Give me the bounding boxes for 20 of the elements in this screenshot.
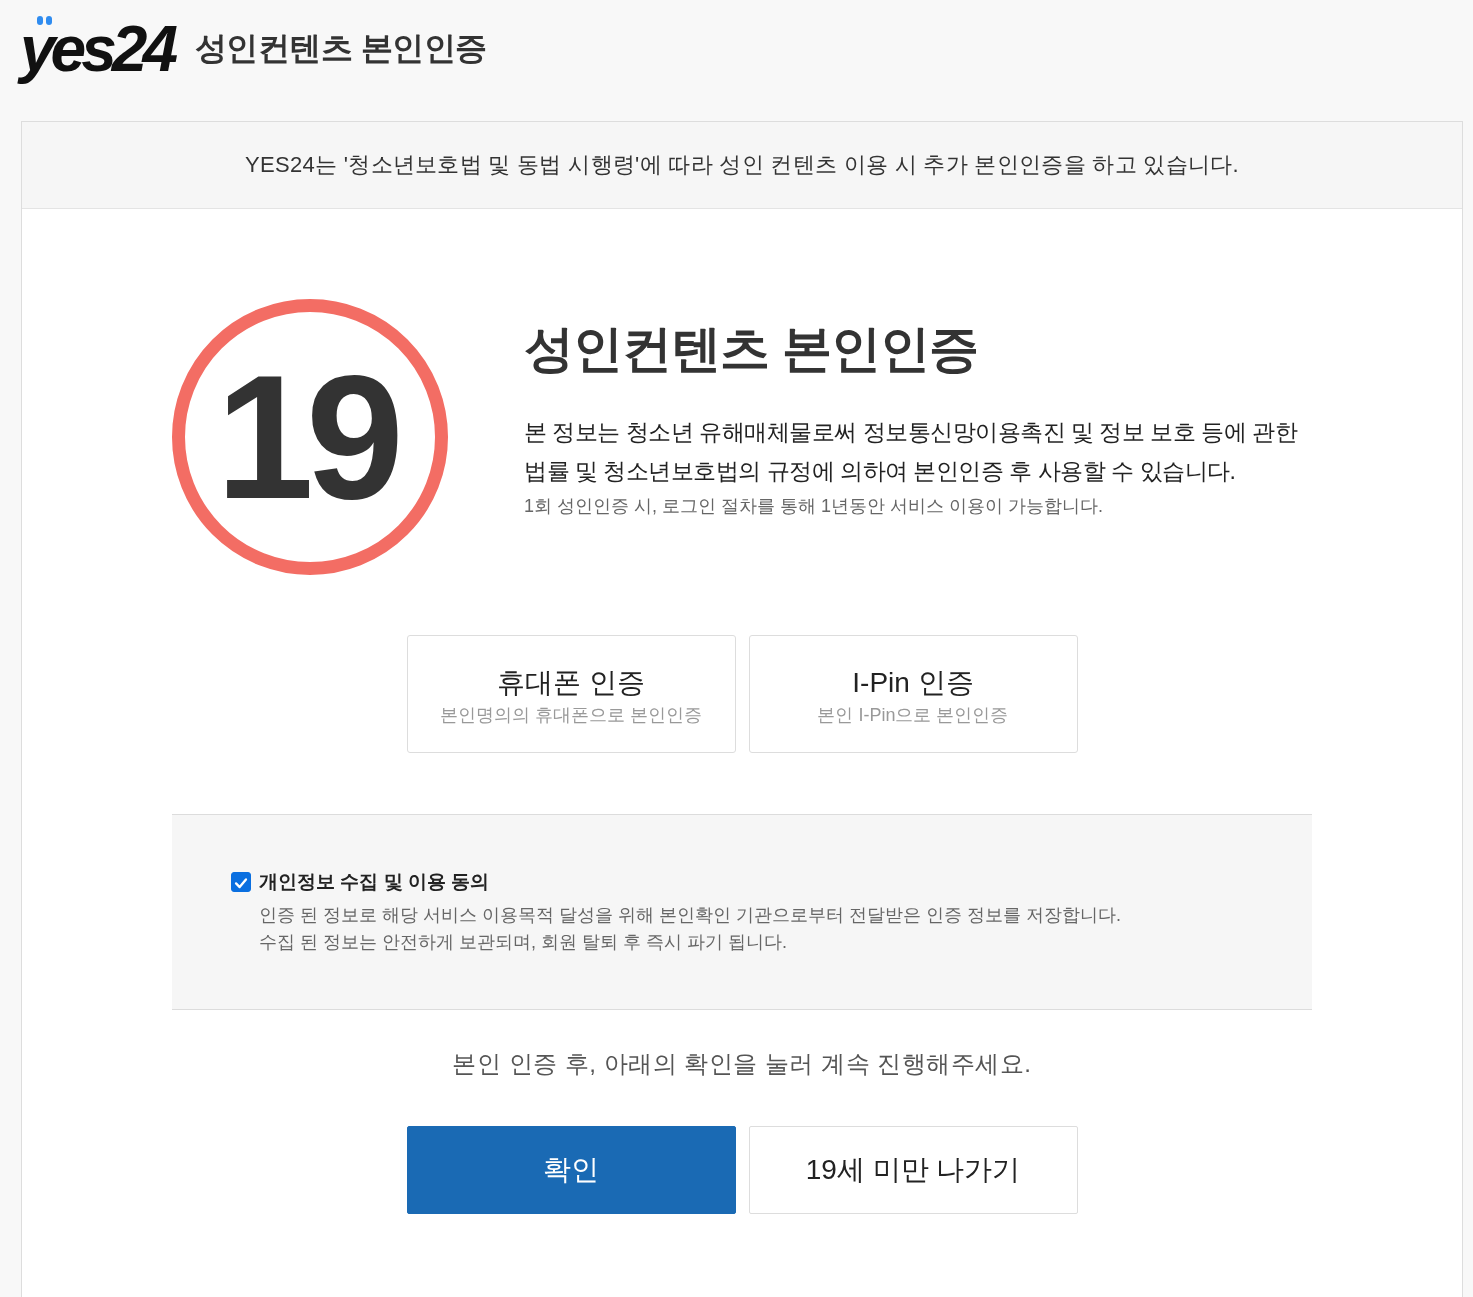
option-subtitle: 본인명의의 휴대폰으로 본인인증 xyxy=(440,704,702,727)
exit-button[interactable]: 19세 미만 나가기 xyxy=(748,1126,1078,1214)
consent-detail-text: 인증 된 정보로 해당 서비스 이용목적 달성을 위해 본인확인 기관으로부터 전달받은 인증 정보를 저장합니다. xyxy=(259,904,1122,927)
option-title: 휴대폰 인증 xyxy=(497,666,645,700)
age-rating-badge: 19 xyxy=(172,299,448,575)
section-heading: 성인컨텐츠 본인인증 xyxy=(524,320,979,379)
confirm-button[interactable]: 확인 xyxy=(406,1126,736,1214)
notice-text: YES24는 '청소년보호법 및 동법 시행령'에 따라 성인 컨텐츠 이용 시 추가 본인인증을 하고 있습니다. xyxy=(245,151,1239,179)
option-title: I-Pin 인증 xyxy=(852,666,974,700)
page-title: 성인컨텐츠 본인인증 xyxy=(194,28,487,68)
instruction-text: 본인 인증 후, 아래의 확인을 눌러 계속 진행해주세요. xyxy=(452,1049,1032,1079)
verification-option[interactable]: 휴대폰 인증 본인명의의 휴대폰으로 본인인증 xyxy=(406,635,736,753)
note-text: 1회 성인인증 시, 로그인 절차를 통해 1년동안 서비스 이용이 가능합니다. xyxy=(524,495,1105,518)
consent-detail-text: 수집 된 정보는 안전하게 보관되며, 회원 탈퇴 후 즉시 파기 됩니다. xyxy=(259,931,788,954)
verification-option[interactable]: I-Pin 인증 본인 I-Pin으로 본인인증 xyxy=(748,635,1078,753)
description-text: 본 정보는 청소년 유해매체물로써 정보통신망이용촉진 및 정보 보호 등에 관한 법률 및 청소년보호법의 규정에 의하여 본인인증 후 사용할 수 있습니다. xyxy=(524,418,1299,486)
option-subtitle: 본인 I-Pin으로 본인인증 xyxy=(817,704,1009,727)
logo[interactable]: yes24 xyxy=(14,10,185,87)
consent-checkbox[interactable] xyxy=(231,872,251,892)
consent-label: 개인정보 수집 및 이용 동의 xyxy=(259,870,490,894)
